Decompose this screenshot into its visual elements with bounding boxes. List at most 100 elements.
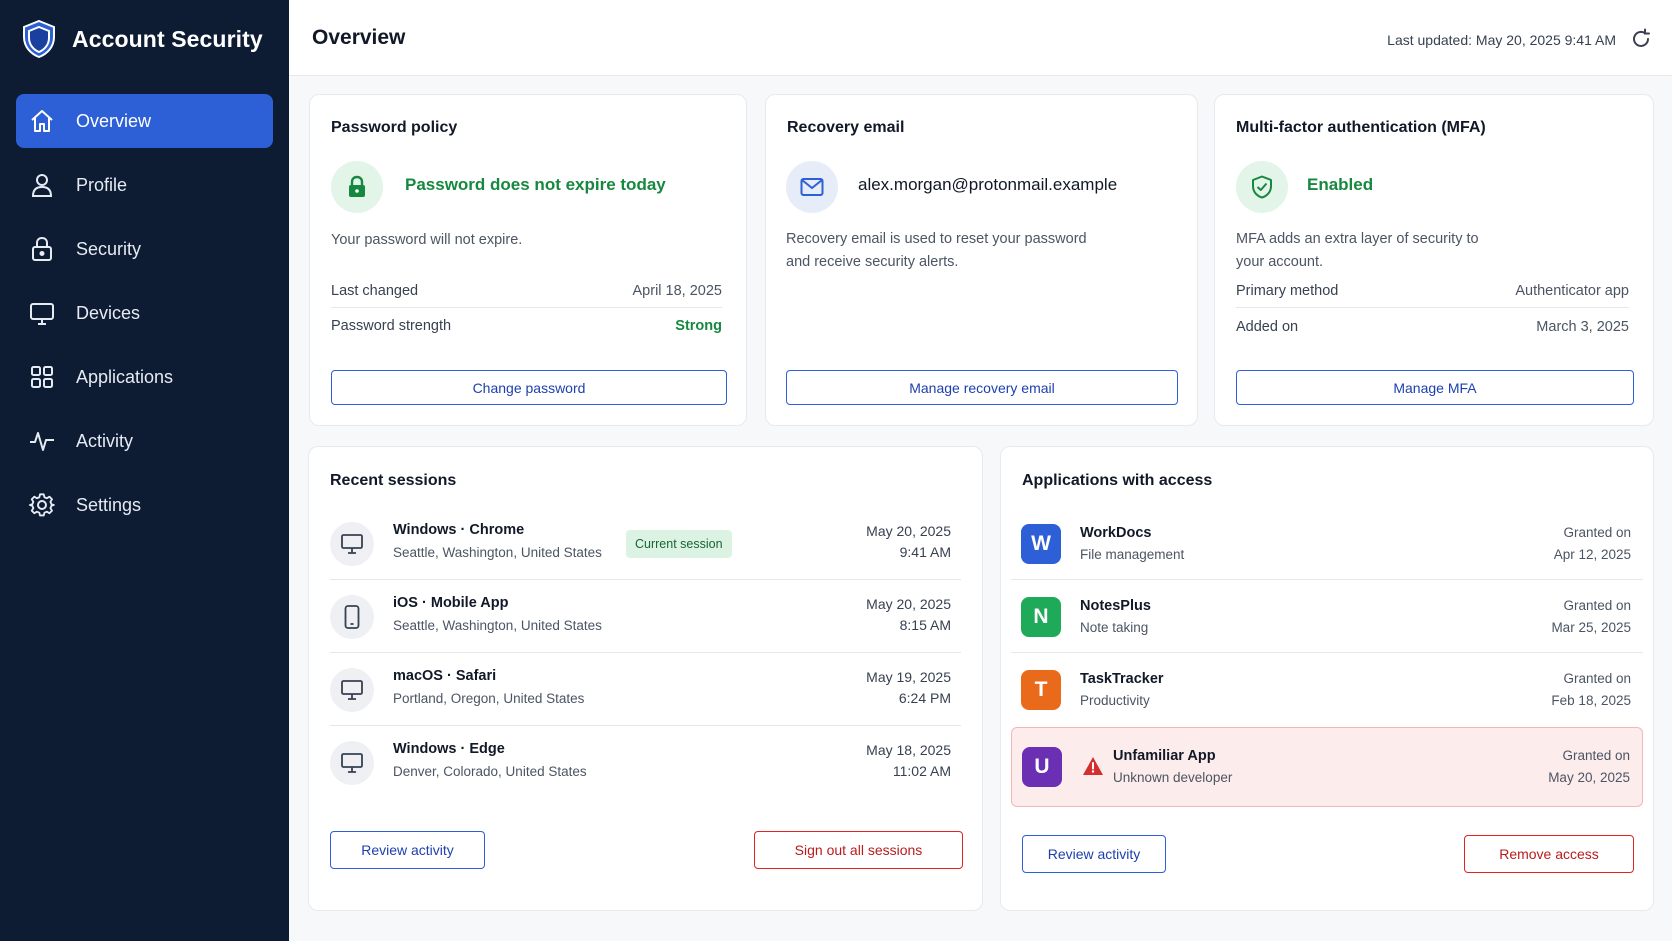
sidebar-item-label: Profile: [76, 174, 128, 195]
change-password-button[interactable]: Change password: [331, 370, 727, 405]
monitor-icon: [330, 522, 374, 566]
recovery-email-description: Recovery email is used to reset your pas…: [786, 228, 1087, 274]
session-time: 11:02 AM: [892, 763, 951, 779]
session-location: Portland, Oregon, United States: [393, 691, 585, 706]
sidebar-item-security[interactable]: Security: [16, 222, 273, 276]
app-category: Unknown developer: [1113, 770, 1233, 785]
sidebar: Account Security Overview Profile Securi…: [0, 0, 289, 941]
granted-label: Granted on: [1563, 598, 1631, 613]
gear-icon: [28, 491, 56, 519]
sidebar-item-activity[interactable]: Activity: [16, 414, 273, 468]
session-datetime: May 20, 2025 9:41 AM: [866, 521, 951, 563]
session-date: May 20, 2025: [866, 596, 951, 612]
session-datetime: May 20, 2025 8:15 AM: [866, 594, 951, 636]
sidebar-item-settings[interactable]: Settings: [16, 478, 273, 532]
app-tile: T: [1021, 670, 1061, 710]
app-tile: N: [1021, 597, 1061, 637]
app-title: Account Security: [72, 25, 263, 52]
warning-icon: [1082, 756, 1104, 776]
session-row[interactable]: Windows · Chrome Seattle, Washington, Un…: [330, 508, 961, 580]
manage-recovery-email-button[interactable]: Manage recovery email: [786, 370, 1178, 405]
manage-mfa-button[interactable]: Manage MFA: [1236, 370, 1634, 405]
session-time: 9:41 AM: [899, 544, 951, 560]
session-device: Windows · Edge: [393, 741, 505, 757]
app-row[interactable]: W WorkDocs File management Granted on Ap…: [1011, 508, 1643, 580]
brand: Account Security: [22, 20, 263, 58]
app-category: Note taking: [1080, 620, 1149, 635]
session-date: May 18, 2025: [866, 742, 951, 758]
mfa-status: Enabled: [1307, 175, 1374, 194]
mfa-added-label: Added on: [1236, 318, 1299, 335]
recent-sessions-card: Recent sessions Windows · Chrome Seattle…: [308, 446, 983, 911]
sidebar-item-label: Applications: [76, 366, 174, 387]
session-device: Windows · Chrome: [393, 522, 525, 538]
app-category: Productivity: [1080, 693, 1150, 708]
session-location: Seattle, Washington, United States: [393, 545, 602, 560]
app-granted: Granted on Mar 25, 2025: [1551, 595, 1631, 639]
shield-check-icon: [1236, 161, 1288, 213]
session-datetime: May 18, 2025 11:02 AM: [866, 740, 951, 782]
mfa-added-row: Added on March 3, 2025: [1236, 310, 1629, 343]
granted-label: Granted on: [1562, 748, 1630, 763]
card-title: Applications with access: [1022, 472, 1213, 489]
user-icon: [28, 171, 56, 199]
last-changed-row: Last changed April 18, 2025: [331, 275, 722, 308]
session-row[interactable]: macOS · Safari Portland, Oregon, United …: [330, 654, 961, 726]
app-row-warning[interactable]: U Unfamiliar App Unknown developer Grant…: [1011, 727, 1643, 807]
app-row[interactable]: N NotesPlus Note taking Granted on Mar 2…: [1011, 581, 1643, 653]
review-activity-button[interactable]: Review activity: [330, 831, 485, 869]
review-activity-button[interactable]: Review activity: [1022, 835, 1166, 873]
monitor-icon: [330, 668, 374, 712]
sign-out-all-sessions-button[interactable]: Sign out all sessions: [754, 831, 963, 869]
shield-logo-icon: [22, 20, 56, 58]
mail-icon: [786, 161, 838, 213]
last-updated-text: Last updated: May 20, 2025 9:41 AM: [1387, 32, 1616, 48]
granted-date: Apr 12, 2025: [1553, 547, 1631, 562]
session-time: 6:24 PM: [898, 690, 951, 706]
lock-icon: [28, 235, 56, 263]
mfa-primary-row: Primary method Authenticator app: [1236, 275, 1629, 308]
last-changed-value: April 18, 2025: [632, 283, 722, 299]
sidebar-item-devices[interactable]: Devices: [16, 286, 273, 340]
home-icon: [28, 107, 56, 135]
monitor-icon: [330, 741, 374, 785]
app-tile: U: [1022, 747, 1062, 787]
mfa-primary-value: Authenticator app: [1515, 283, 1629, 299]
session-time: 8:15 AM: [899, 617, 951, 633]
password-policy-card: Password policy Password does not expire…: [309, 94, 747, 426]
session-datetime: May 19, 2025 6:24 PM: [866, 667, 951, 709]
app-row[interactable]: T TaskTracker Productivity Granted on Fe…: [1011, 654, 1643, 726]
sidebar-item-applications[interactable]: Applications: [16, 350, 273, 404]
granted-date: Mar 25, 2025: [1551, 620, 1631, 635]
session-device: macOS · Safari: [393, 668, 497, 684]
card-title: Recovery email: [787, 119, 905, 136]
app-category: File management: [1080, 547, 1185, 562]
page-header: Overview Last updated: May 20, 2025 9:41…: [289, 0, 1672, 76]
session-device: iOS · Mobile App: [393, 595, 509, 611]
password-description: Your password will not expire.: [331, 232, 523, 248]
remove-access-button[interactable]: Remove access: [1464, 835, 1634, 873]
sidebar-item-label: Activity: [76, 430, 134, 451]
app-tile: W: [1021, 524, 1061, 564]
sidebar-item-overview[interactable]: Overview: [16, 94, 273, 148]
last-changed-label: Last changed: [331, 283, 419, 299]
session-row[interactable]: iOS · Mobile App Seattle, Washington, Un…: [330, 581, 961, 653]
sidebar-nav: Overview Profile Security Devices Applic…: [16, 94, 273, 542]
recovery-email-address: alex.morgan@protonmail.example: [858, 175, 1118, 194]
current-session-badge: Current session: [626, 530, 732, 558]
session-row[interactable]: Windows · Edge Denver, Colorado, United …: [330, 727, 961, 799]
sidebar-item-profile[interactable]: Profile: [16, 158, 273, 212]
mfa-description-line2: your account.: [1236, 254, 1324, 270]
card-title: Recent sessions: [330, 472, 457, 489]
applications-card: Applications with access W WorkDocs File…: [1000, 446, 1654, 911]
granted-date: Feb 18, 2025: [1551, 693, 1631, 708]
granted-label: Granted on: [1563, 525, 1631, 540]
password-strength-row: Password strength Strong: [331, 309, 722, 342]
refresh-icon[interactable]: [1630, 28, 1654, 52]
page-title: Overview: [312, 26, 406, 49]
mfa-description-line1: MFA adds an extra layer of security to: [1236, 231, 1479, 247]
grid-icon: [28, 363, 56, 391]
session-location: Denver, Colorado, United States: [393, 764, 587, 779]
card-title: Password policy: [331, 119, 458, 136]
activity-icon: [28, 427, 56, 455]
